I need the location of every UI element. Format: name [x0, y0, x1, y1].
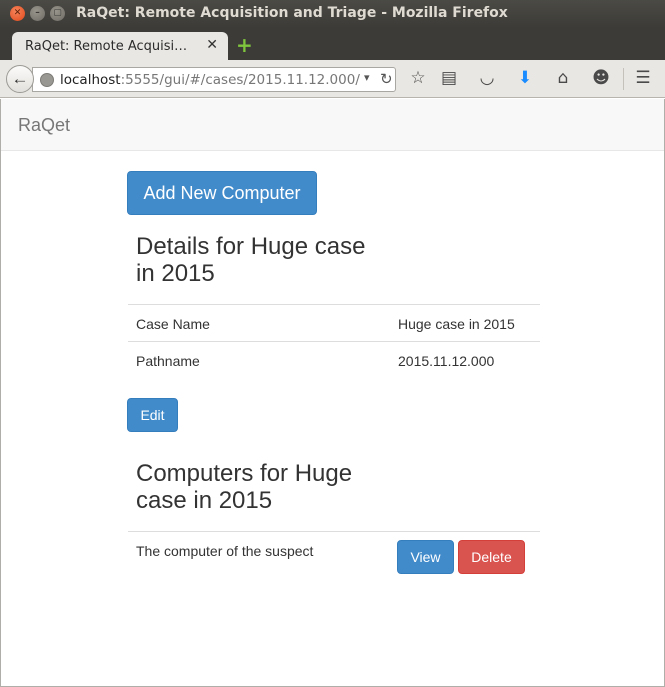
home-icon[interactable]: ⌂: [552, 68, 574, 88]
downloads-icon[interactable]: ⬇: [514, 68, 536, 88]
window-title: RaQet: Remote Acquisition and Triage - M…: [76, 5, 508, 21]
window-close-icon[interactable]: ✕: [10, 6, 25, 21]
new-tab-icon[interactable]: +: [236, 33, 253, 57]
url-text[interactable]: localhost:5555/gui/#/cases/2015.11.12.00…: [60, 72, 362, 88]
view-computer-button[interactable]: View: [397, 540, 454, 574]
details-label-case-name: Case Name: [136, 316, 210, 332]
details-heading-line1: Details for Huge case: [136, 233, 366, 260]
menu-icon[interactable]: ☰: [632, 68, 654, 88]
window-minimize-icon[interactable]: –: [30, 6, 45, 21]
url-host: localhost: [60, 72, 121, 88]
bookmark-star-icon[interactable]: ☆: [407, 68, 429, 88]
reader-list-icon[interactable]: ▤: [438, 68, 460, 88]
details-heading: Details for Huge case in 2015: [136, 233, 365, 287]
tab-title: RaQet: Remote Acquisi…: [25, 39, 188, 54]
app-navbar: RaQet: [1, 99, 664, 151]
add-new-computer-button[interactable]: Add New Computer: [127, 171, 317, 215]
url-dropdown-icon[interactable]: ▾: [364, 71, 370, 84]
toolbar-separator: [623, 68, 624, 90]
table-divider: [128, 304, 540, 305]
edit-button[interactable]: Edit: [127, 398, 178, 432]
computers-heading-line2: case in 2015: [136, 487, 273, 514]
window-maximize-icon[interactable]: ▢: [50, 6, 65, 21]
window-titlebar: ✕ – ▢ RaQet: Remote Acquisition and Tria…: [0, 0, 665, 28]
computers-heading-line1: Computers for Huge: [136, 460, 353, 487]
page-content: RaQet Add New Computer Details for Huge …: [0, 99, 665, 687]
tab-close-icon[interactable]: ✕: [206, 37, 218, 53]
url-path: :5555/gui/#/cases/2015.11.12.000/: [120, 72, 360, 88]
details-value-case-name: Huge case in 2015: [398, 316, 515, 332]
browser-tab-active[interactable]: RaQet: Remote Acquisi… ✕: [12, 32, 228, 60]
reload-icon[interactable]: ↻: [380, 70, 393, 88]
back-button[interactable]: ←: [6, 65, 34, 93]
globe-icon: [40, 73, 54, 87]
computers-heading: Computers for Huge case in 2015: [136, 460, 352, 514]
tab-strip: RaQet: Remote Acquisi… ✕ +: [0, 28, 665, 60]
navigation-toolbar: localhost:5555/gui/#/cases/2015.11.12.00…: [0, 60, 665, 98]
delete-computer-button[interactable]: Delete: [458, 540, 525, 574]
computer-name: The computer of the suspect: [136, 543, 314, 559]
back-arrow-icon: ←: [11, 69, 29, 88]
url-bar[interactable]: localhost:5555/gui/#/cases/2015.11.12.00…: [32, 67, 396, 92]
details-label-pathname: Pathname: [136, 353, 200, 369]
details-value-pathname: 2015.11.12.000: [398, 353, 495, 369]
hello-chat-icon[interactable]: ☻: [590, 68, 612, 88]
table-divider: [128, 341, 540, 342]
pocket-icon[interactable]: ◡: [476, 68, 498, 88]
table-divider: [128, 531, 540, 532]
details-heading-line2: in 2015: [136, 260, 215, 287]
brand-link[interactable]: RaQet: [18, 115, 70, 136]
